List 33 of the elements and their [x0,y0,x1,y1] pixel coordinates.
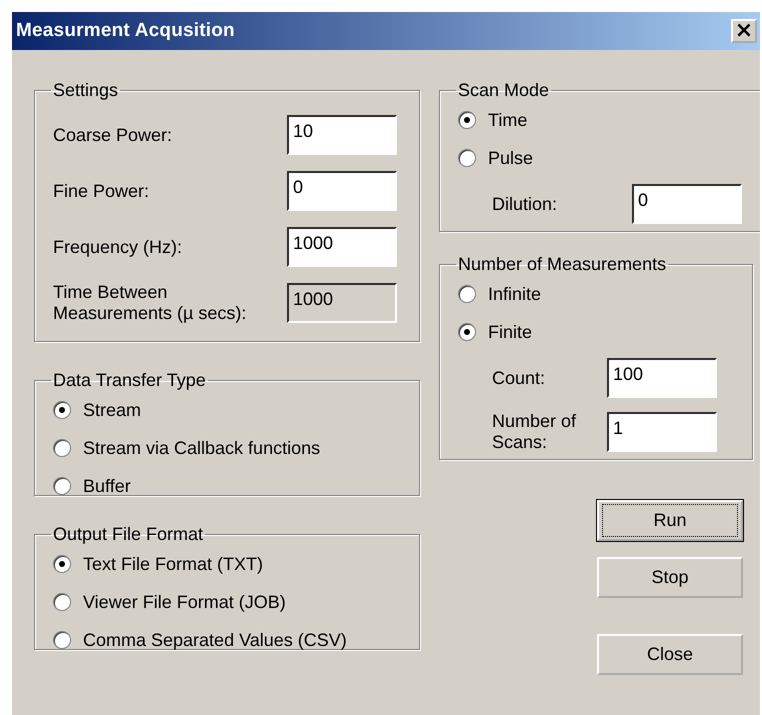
radio-option[interactable]: Finite [458,313,742,351]
field-label: Dilution: [491,194,558,214]
radio-option[interactable]: Time [458,101,754,139]
group-title: Output File Format [52,524,204,545]
radio-option[interactable]: Text File Format (TXT) [53,545,409,583]
radio-option[interactable]: Stream [53,391,409,429]
group-title: Settings [52,80,120,101]
radio-option[interactable]: Buffer [53,467,409,505]
dialog-button[interactable]: Stop [597,557,743,598]
field-label: Coarse Power: [53,124,174,146]
dialog-button[interactable]: Close [597,634,743,675]
field-label: Time Between Measurements (µ secs): [53,282,248,324]
field-label: Count: [491,368,546,388]
input-field[interactable]: 0 [287,171,397,211]
close-button[interactable]: × [731,19,757,43]
input-field[interactable]: 0 [632,184,742,224]
radio-option[interactable]: Pulse [458,139,754,177]
field-label: Fine Power: [53,180,150,202]
window-title: Measurment Acqusition [16,20,235,42]
input-field[interactable]: 10 [287,115,397,155]
input-field[interactable]: 1000 [287,227,397,267]
field-label: Number of Scans: [491,411,578,453]
radio-option[interactable]: Viewer File Format (JOB) [53,583,409,621]
group-title: Data Transfer Type [52,370,207,391]
radio-option[interactable]: Infinite [458,275,742,313]
group-title: Number of Measurements [457,254,668,275]
group-title: Scan Mode [457,80,550,101]
dialog-button[interactable]: Run [597,500,743,541]
radio-option[interactable]: Comma Separated Values (CSV) [53,621,409,659]
input-field[interactable]: 100 [607,358,717,398]
radio-option[interactable]: Stream via Callback functions [53,429,409,467]
field-label: Frequency (Hz): [53,236,184,258]
input-field[interactable]: 1 [607,412,717,452]
